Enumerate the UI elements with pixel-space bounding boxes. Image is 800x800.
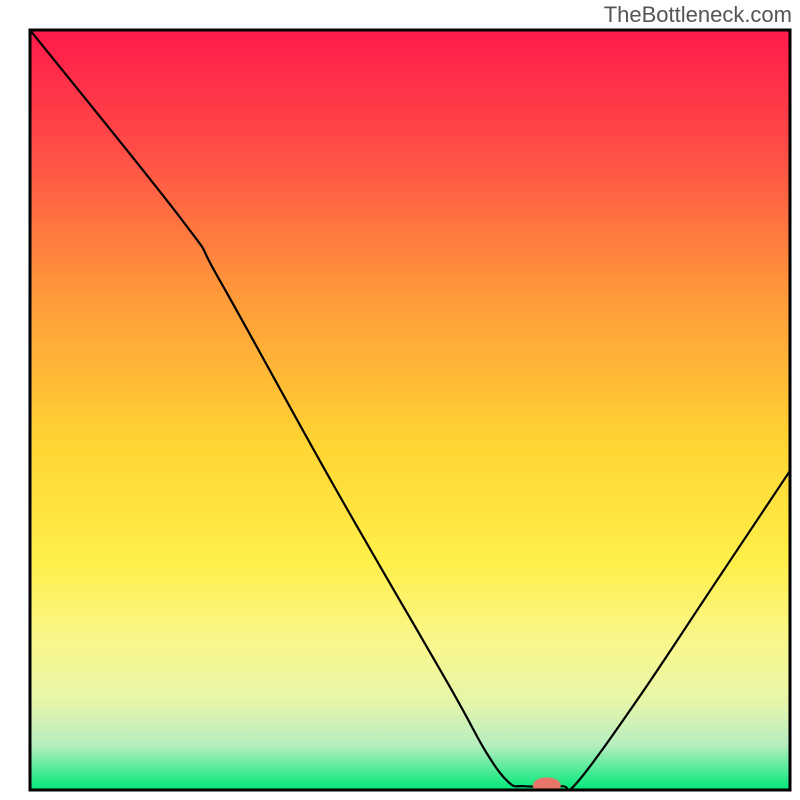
bottleneck-chart — [0, 0, 800, 800]
gradient-background — [30, 30, 790, 790]
watermark-text: TheBottleneck.com — [604, 2, 792, 28]
chart-container: TheBottleneck.com — [0, 0, 800, 800]
